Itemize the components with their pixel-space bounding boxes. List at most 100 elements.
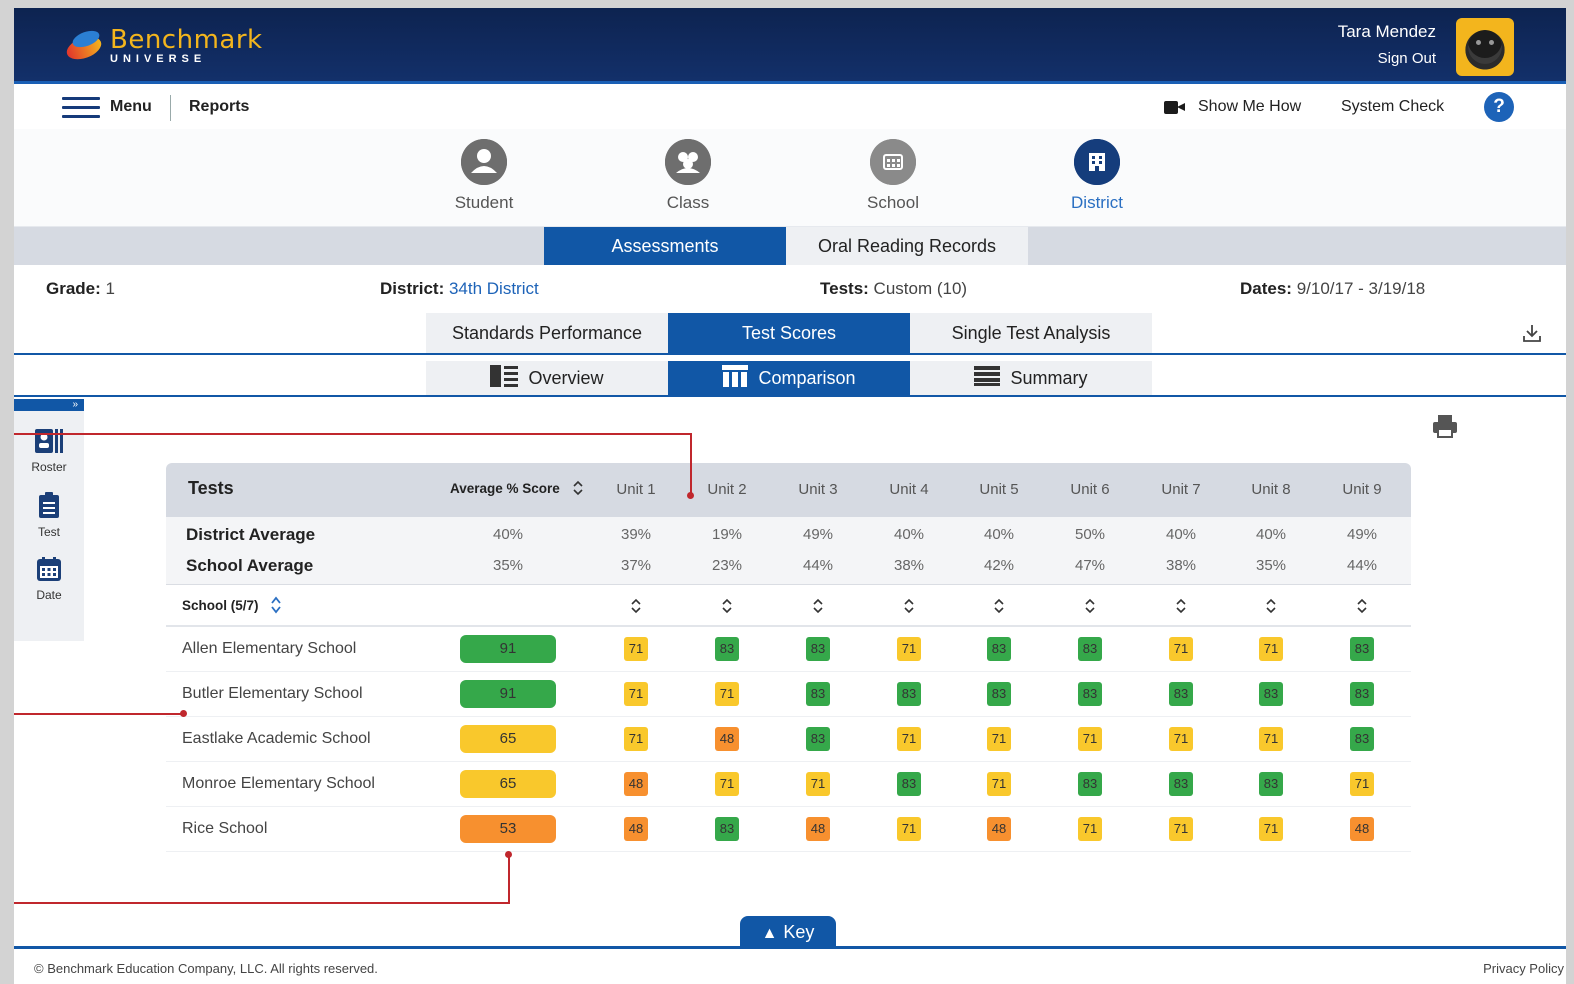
unit-score-cell[interactable]: 71: [1078, 727, 1102, 751]
unit-score-cell[interactable]: 83: [806, 637, 830, 661]
sidebar-item-date[interactable]: Date: [14, 557, 84, 602]
unit-score-cell[interactable]: 71: [1259, 727, 1283, 751]
unit-score-cell[interactable]: 83: [1259, 682, 1283, 706]
help-icon[interactable]: ?: [1484, 92, 1514, 122]
unit-score-cell[interactable]: 83: [897, 682, 921, 706]
table-row[interactable]: Rice School 53 48 83 48 71 48 71 71 71 48: [166, 807, 1411, 852]
expand-sidebar-button[interactable]: »: [14, 399, 84, 411]
level-district[interactable]: District: [1037, 139, 1157, 213]
unit-score-cell[interactable]: 71: [715, 682, 739, 706]
unit-score-cell[interactable]: 83: [715, 637, 739, 661]
district-value[interactable]: 34th District: [449, 279, 539, 298]
tab-comparison[interactable]: Comparison: [668, 361, 910, 395]
grade-filter[interactable]: Grade: 1: [46, 279, 115, 299]
unit-score-cell[interactable]: 71: [897, 637, 921, 661]
school-name[interactable]: Allen Elementary School: [182, 640, 356, 658]
unit-score-cell[interactable]: 71: [1169, 727, 1193, 751]
tests-filter[interactable]: Tests: Custom (10): [820, 279, 967, 299]
unit-score-cell[interactable]: 83: [987, 682, 1011, 706]
unit-score-cell[interactable]: 83: [806, 727, 830, 751]
unit-score-cell[interactable]: 83: [1078, 637, 1102, 661]
unit-score-cell[interactable]: 71: [624, 682, 648, 706]
tab-oral-reading-records[interactable]: Oral Reading Records: [786, 227, 1028, 265]
menu-button[interactable]: Menu: [110, 98, 152, 116]
unit-score-cell[interactable]: 71: [715, 772, 739, 796]
tab-single-test-analysis[interactable]: Single Test Analysis: [910, 313, 1152, 353]
table-row[interactable]: Eastlake Academic School 65 71 48 83 71 71 71 71…: [166, 717, 1411, 762]
unit-score-cell[interactable]: 71: [897, 817, 921, 841]
unit-score-cell[interactable]: 83: [897, 772, 921, 796]
level-class[interactable]: Class: [628, 139, 748, 213]
table-row[interactable]: Allen Elementary School 91 71 83 83 71 83 83 71 7…: [166, 627, 1411, 672]
unit-score-cell[interactable]: 71: [1169, 817, 1193, 841]
tab-assessments[interactable]: Assessments: [544, 227, 786, 265]
unit-score-cell[interactable]: 83: [1259, 772, 1283, 796]
system-check-link[interactable]: System Check: [1341, 98, 1444, 116]
unit-score-cell[interactable]: 48: [806, 817, 830, 841]
tab-summary[interactable]: Summary: [910, 361, 1152, 395]
sort-caret-icon[interactable]: [902, 597, 916, 615]
sort-caret-icon[interactable]: [720, 597, 734, 615]
unit-score-cell[interactable]: 71: [624, 727, 648, 751]
unit-score-cell[interactable]: 83: [715, 817, 739, 841]
avatar[interactable]: [1456, 18, 1514, 76]
school-name[interactable]: Eastlake Academic School: [182, 730, 371, 748]
school-name[interactable]: Butler Elementary School: [182, 685, 363, 703]
unit-score-cell[interactable]: 83: [1078, 772, 1102, 796]
sidebar-item-test[interactable]: Test: [14, 492, 84, 539]
unit-score-cell[interactable]: 71: [1259, 637, 1283, 661]
unit-score-cell[interactable]: 83: [1350, 637, 1374, 661]
benchmark-logo[interactable]: Benchmark UNIVERSE: [63, 26, 263, 66]
unit-score-cell[interactable]: 71: [987, 772, 1011, 796]
unit-score-cell[interactable]: 71: [897, 727, 921, 751]
key-toggle-button[interactable]: ▲ Key: [740, 916, 836, 948]
table-row[interactable]: Butler Elementary School 91 71 71 83 83 83 83 83…: [166, 672, 1411, 717]
unit-score-cell[interactable]: 71: [624, 637, 648, 661]
unit-score-cell[interactable]: 71: [1350, 772, 1374, 796]
tab-overview[interactable]: Overview: [426, 361, 668, 395]
district-filter[interactable]: District: 34th District: [380, 279, 539, 299]
unit-score-cell[interactable]: 83: [1169, 772, 1193, 796]
unit-score-cell[interactable]: 83: [806, 682, 830, 706]
level-student[interactable]: Student: [424, 139, 544, 213]
tab-standards-performance[interactable]: Standards Performance: [426, 313, 668, 353]
tab-summary-label: Summary: [1010, 367, 1088, 388]
sort-caret-icon[interactable]: [1264, 597, 1278, 615]
sort-caret-icon[interactable]: [1355, 597, 1369, 615]
unit-score-cell[interactable]: 71: [987, 727, 1011, 751]
unit-score-cell[interactable]: 48: [1350, 817, 1374, 841]
school-name[interactable]: Monroe Elementary School: [182, 775, 375, 793]
school-name[interactable]: Rice School: [182, 820, 267, 838]
sort-caret-icon[interactable]: [992, 597, 1006, 615]
unit-score-cell[interactable]: 71: [1169, 637, 1193, 661]
show-me-how-button[interactable]: Show Me How: [1164, 98, 1301, 116]
unit-score-cell[interactable]: 71: [1259, 817, 1283, 841]
unit-score-cell[interactable]: 48: [715, 727, 739, 751]
unit-score-cell[interactable]: 83: [987, 637, 1011, 661]
sort-caret-icon[interactable]: [629, 597, 643, 615]
unit-score-cell[interactable]: 83: [1350, 682, 1374, 706]
hamburger-menu-icon[interactable]: [62, 97, 100, 119]
unit-score-cell[interactable]: 71: [806, 772, 830, 796]
school-filter-dropdown[interactable]: School (5/7): [182, 596, 282, 614]
unit-score-cell[interactable]: 83: [1350, 727, 1374, 751]
average-score-header[interactable]: Average % Score: [450, 480, 584, 496]
privacy-policy-link[interactable]: Privacy Policy: [1483, 961, 1564, 976]
unit-score-cell[interactable]: 71: [1078, 817, 1102, 841]
sort-caret-icon[interactable]: [1174, 597, 1188, 615]
sign-out-link[interactable]: Sign Out: [1378, 50, 1436, 67]
print-icon[interactable]: [1432, 413, 1458, 439]
unit-score-cell[interactable]: 83: [1078, 682, 1102, 706]
level-school[interactable]: School: [833, 139, 953, 213]
unit-score-cell[interactable]: 48: [624, 817, 648, 841]
unit-score-cell[interactable]: 83: [1169, 682, 1193, 706]
dates-filter[interactable]: Dates: 9/10/17 - 3/19/18: [1240, 279, 1425, 299]
sidebar-item-roster[interactable]: Roster: [14, 429, 84, 474]
unit-score-cell[interactable]: 48: [987, 817, 1011, 841]
download-icon[interactable]: [1522, 323, 1542, 343]
unit-score-cell[interactable]: 48: [624, 772, 648, 796]
sort-caret-icon[interactable]: [811, 597, 825, 615]
table-row[interactable]: Monroe Elementary School 65 48 71 71 83 71 83 83…: [166, 762, 1411, 807]
tab-test-scores[interactable]: Test Scores: [668, 313, 910, 353]
sort-caret-icon[interactable]: [1083, 597, 1097, 615]
